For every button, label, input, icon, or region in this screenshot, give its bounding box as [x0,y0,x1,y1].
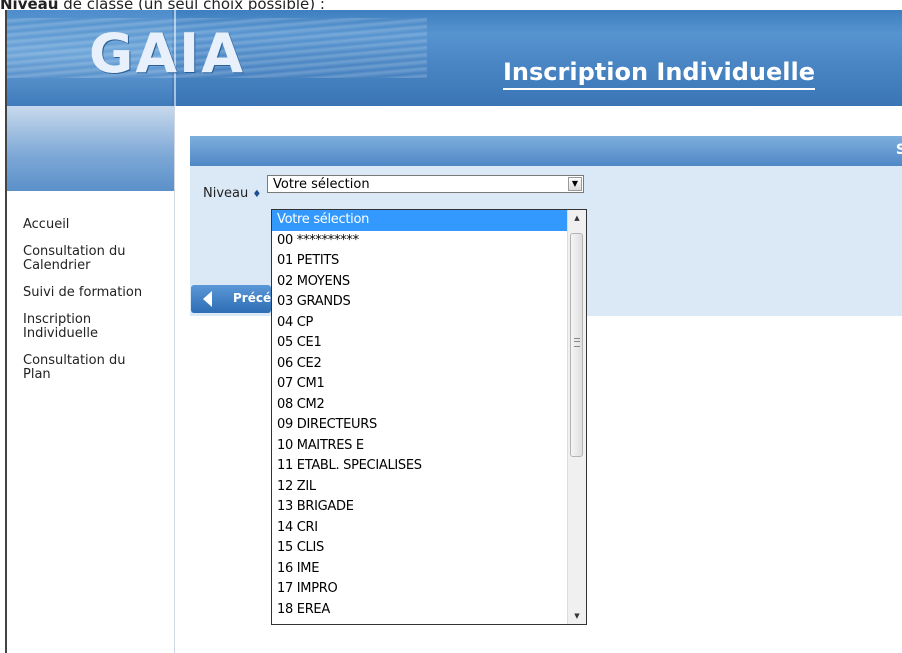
sidebar-item-consultation-plan[interactable]: Consultation du Plan [23,354,133,382]
dropdown-option[interactable]: 09 DIRECTEURS [272,415,567,436]
niveau-select[interactable]: Votre sélection ▼ [267,175,584,193]
dropdown-option[interactable]: 06 CE2 [272,354,567,375]
content-title-bar: S [190,136,902,166]
dropdown-option[interactable]: 00 ********** [272,231,567,252]
grip-icon [574,338,580,347]
sidebar-item-suivi-formation[interactable]: Suivi de formation [23,286,171,300]
niveau-label-text: Niveau [203,186,249,201]
required-marker: ♦ [252,189,262,200]
dropdown-option[interactable]: 15 CLIS [272,538,567,559]
header: GAIA Inscription Individuelle [7,10,902,106]
dropdown-option[interactable]: 16 IME [272,559,567,580]
niveau-dropdown-list: Votre sélection 00 ********** 01 PETITS … [271,209,587,625]
niveau-label: Niveau ♦ [203,186,261,201]
dropdown-option[interactable]: 18 EREA [272,600,567,621]
dropdown-option[interactable]: 12 ZIL [272,477,567,498]
arrow-left-icon [203,291,212,307]
option-list: Votre sélection 00 ********** 01 PETITS … [272,210,567,620]
gaia-logo: GAIA [89,22,245,85]
previous-button[interactable]: Précédent [191,285,302,313]
sidebar-header [7,106,174,191]
scroll-up-icon[interactable]: ▲ [569,210,585,226]
dropdown-option[interactable]: 10 MAITRES E [272,436,567,457]
chevron-down-icon[interactable]: ▼ [568,177,582,191]
dropdown-option[interactable]: 07 CM1 [272,374,567,395]
dropdown-option[interactable]: 11 ETABL. SPECIALISES [272,456,567,477]
sidebar: Accueil Consultation du Calendrier Suivi… [7,106,175,653]
niveau-select-value: Votre sélection [273,177,370,192]
dropdown-option[interactable]: 04 CP [272,313,567,334]
sidebar-item-accueil[interactable]: Accueil [23,218,171,232]
dropdown-scrollbar[interactable]: ▲ ▼ [567,210,586,624]
sidebar-nav: Accueil Consultation du Calendrier Suivi… [23,218,171,395]
dropdown-option[interactable]: 08 CM2 [272,395,567,416]
scrollbar-thumb[interactable] [570,233,583,457]
dropdown-option[interactable]: 17 IMPRO [272,579,567,600]
sidebar-item-consultation-calendrier[interactable]: Consultation du Calendrier [23,245,143,273]
dropdown-option[interactable]: 02 MOYENS [272,272,567,293]
dropdown-option[interactable]: 05 CE1 [272,333,567,354]
dropdown-option[interactable]: 14 CRI [272,518,567,539]
sidebar-item-inscription-individuelle[interactable]: Inscription Individuelle [23,313,113,341]
sidebar-header-gap [7,191,174,203]
dropdown-option[interactable]: 03 GRANDS [272,292,567,313]
dropdown-option[interactable]: 01 PETITS [272,251,567,272]
dropdown-option[interactable]: 13 BRIGADE [272,497,567,518]
page-title: Inscription Individuelle [503,58,815,90]
scroll-down-icon[interactable]: ▼ [569,608,585,624]
bar-corner-letter: S [895,142,902,158]
dropdown-option[interactable]: Votre sélection [272,210,567,231]
